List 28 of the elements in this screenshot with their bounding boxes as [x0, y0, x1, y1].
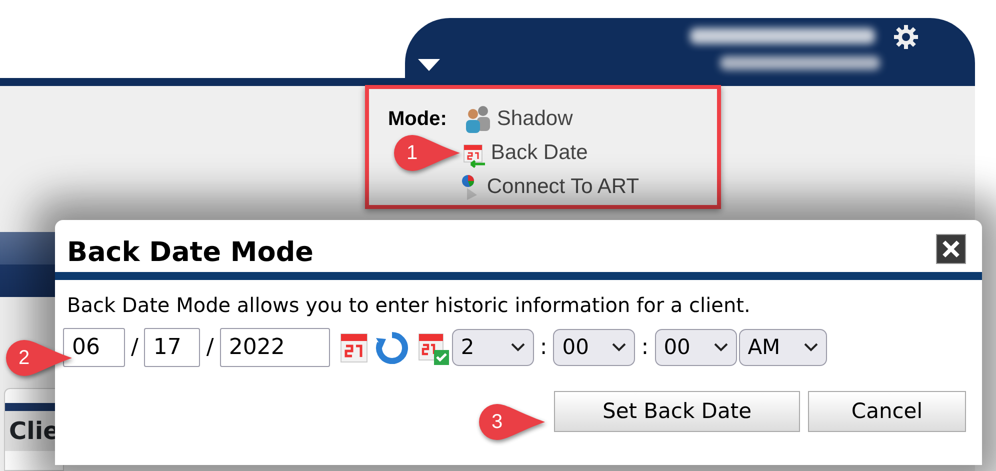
calendar-icon[interactable] [460, 142, 487, 168]
mode-option[interactable]: Shadow [496, 102, 573, 134]
mode-label: Mode: [388, 107, 447, 132]
cancel-button[interactable]: Cancel [808, 391, 966, 432]
date-separator: / [130, 334, 140, 362]
caret-icon [804, 343, 818, 352]
caret-icon [612, 343, 626, 352]
time-select[interactable]: 00 [654, 329, 737, 366]
close-icon[interactable] [941, 239, 961, 259]
refresh-icon[interactable] [374, 330, 410, 366]
caret-icon[interactable] [417, 58, 441, 72]
time-separator: : [538, 334, 548, 362]
time-select[interactable]: 2 [452, 329, 534, 366]
settings-icon[interactable] [893, 24, 919, 50]
date-separator: / [205, 334, 215, 362]
time-separator: : [640, 334, 650, 362]
mode-option[interactable]: Back Date [490, 136, 588, 168]
dialog-description: Back Date Mode allows you to enter historic information for a client. [66, 292, 752, 319]
time-select[interactable]: 00 [553, 329, 636, 366]
close-button[interactable] [936, 234, 966, 264]
caret-icon [714, 343, 728, 352]
set-back-date-button[interactable]: Set Back Date [554, 391, 800, 432]
date-field[interactable]: 2022 [220, 328, 330, 367]
time-select[interactable]: AM [738, 329, 827, 366]
date-field[interactable]: 17 [144, 328, 200, 367]
caret-icon [510, 343, 525, 352]
dialog-title: Back Date Mode [66, 236, 314, 270]
mode-option[interactable]: Connect To ART [486, 170, 640, 202]
